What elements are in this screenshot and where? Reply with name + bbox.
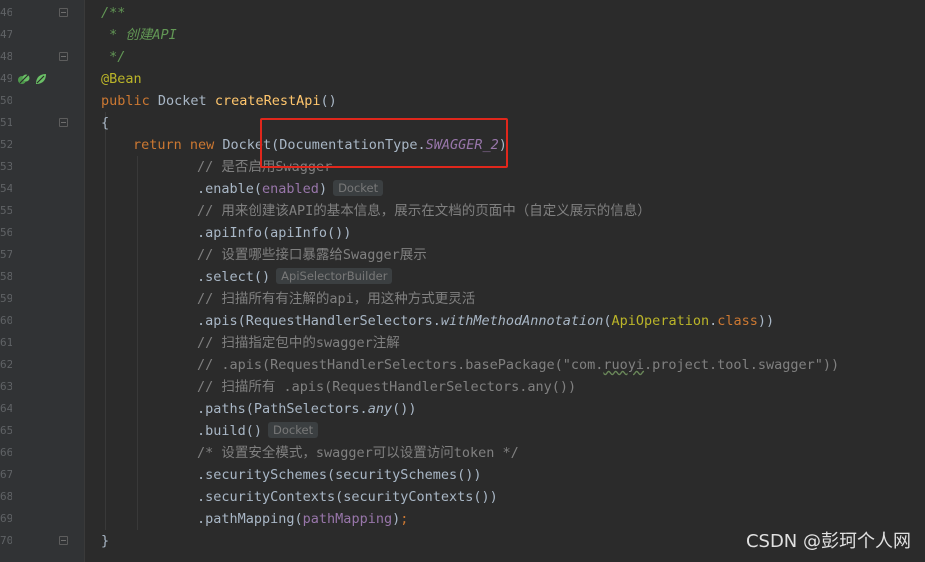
line-number: 64 xyxy=(0,402,12,415)
fold-marker[interactable] xyxy=(59,52,68,61)
code-line: // 扫描所有 .apis(RequestHandlerSelectors.an… xyxy=(197,379,577,395)
line-number: 67 xyxy=(0,468,12,481)
line-number: 53 xyxy=(0,160,12,173)
code-line: */ xyxy=(101,49,126,65)
line-number: 55 xyxy=(0,204,12,217)
fold-marker[interactable] xyxy=(59,536,68,545)
code-line: .build() Docket xyxy=(197,420,319,442)
code-line: .paths(PathSelectors.any()) xyxy=(197,401,417,417)
code-line: * 创建API xyxy=(101,27,177,43)
line-number: 63 xyxy=(0,380,12,393)
line-number: 51 xyxy=(0,116,12,129)
line-number: 48 xyxy=(0,50,12,63)
code-area[interactable]: /** * 创建API */ @Bean public Docket creat… xyxy=(84,0,925,562)
bean-icon[interactable] xyxy=(17,72,31,86)
code-line: // 扫描所有有注解的api，用这种方式更灵活 xyxy=(197,291,476,307)
line-number: 59 xyxy=(0,292,12,305)
line-number: 66 xyxy=(0,446,12,459)
line-number: 49 xyxy=(0,72,12,85)
code-line: .securitySchemes(securitySchemes()) xyxy=(197,467,482,483)
line-number: 70 xyxy=(0,534,12,547)
code-line: // 用来创建该API的基本信息，展示在文档的页面中（自定义展示的信息） xyxy=(197,203,651,219)
code-line: .enable(enabled) Docket xyxy=(197,178,384,200)
code-line: .apis(RequestHandlerSelectors.withMethod… xyxy=(197,313,775,329)
fold-marker[interactable] xyxy=(59,8,68,17)
line-number: 62 xyxy=(0,358,12,371)
code-line: .pathMapping(pathMapping); xyxy=(197,511,409,527)
code-line: } xyxy=(101,533,110,549)
code-line: /* 设置安全模式，swagger可以设置访问token */ xyxy=(197,445,519,461)
line-number: 68 xyxy=(0,490,12,503)
line-number: 57 xyxy=(0,248,12,261)
line-number: 56 xyxy=(0,226,12,239)
indent-guide xyxy=(105,112,106,530)
spring-leaf-icon[interactable] xyxy=(34,72,48,86)
code-line: // 设置哪些接口暴露给Swagger展示 xyxy=(197,247,427,263)
code-editor[interactable]: 46 47 48 49 50 51 52 53 54 55 56 57 58 5… xyxy=(0,0,925,562)
type-hint: ApiSelectorBuilder xyxy=(276,268,393,284)
watermark: CSDN @彭珂个人网 xyxy=(745,531,911,552)
code-line: /** xyxy=(101,5,126,21)
type-hint: Docket xyxy=(333,180,384,196)
code-line: public Docket createRestApi() xyxy=(101,93,337,109)
code-line: .select() ApiSelectorBuilder xyxy=(197,266,393,288)
code-line: // .apis(RequestHandlerSelectors.basePac… xyxy=(197,357,840,373)
indent-guide xyxy=(137,156,138,530)
line-number: 46 xyxy=(0,6,12,19)
highlight-box xyxy=(260,118,508,168)
line-number: 61 xyxy=(0,336,12,349)
line-number: 60 xyxy=(0,314,12,327)
line-number: 69 xyxy=(0,512,12,525)
line-number: 52 xyxy=(0,138,12,151)
code-line: @Bean xyxy=(101,71,142,87)
line-number: 54 xyxy=(0,182,12,195)
type-hint: Docket xyxy=(268,422,319,438)
line-number: 47 xyxy=(0,28,12,41)
line-number: 65 xyxy=(0,424,12,437)
fold-marker[interactable] xyxy=(59,118,68,127)
code-line: .apiInfo(apiInfo()) xyxy=(197,225,352,241)
code-line: .securityContexts(securityContexts()) xyxy=(197,489,498,505)
editor-gutter: 46 47 48 49 50 51 52 53 54 55 56 57 58 5… xyxy=(0,0,85,562)
line-number: 58 xyxy=(0,270,12,283)
code-line: { xyxy=(101,115,110,131)
code-line: // 扫描指定包中的swagger注解 xyxy=(197,335,400,351)
line-number: 50 xyxy=(0,94,12,107)
